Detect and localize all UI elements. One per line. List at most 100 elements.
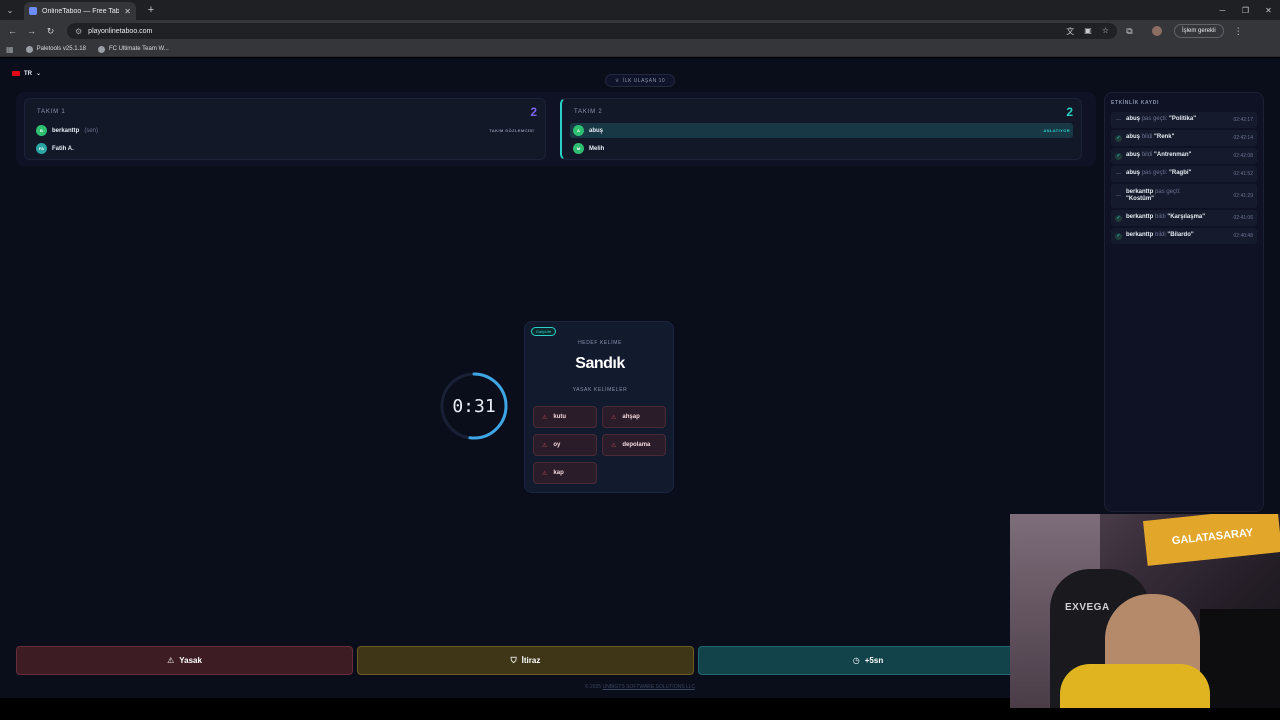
pending-action-button[interactable]: İşlem gerekli [1174, 24, 1224, 38]
bookmarks-bar: ▦ Paletools v25.1.18 FC Ultimate Team W.… [0, 42, 1280, 57]
player-row-active: A abuş ANLATIYOR [570, 123, 1073, 138]
translate-icon[interactable]: 文 [1066, 26, 1074, 37]
activity-log[interactable]: ETKİNLİK KAYDI — abuş pas geçti: "Politi… [1104, 92, 1264, 512]
pass-icon: — [1116, 193, 1121, 199]
bookmark-item[interactable]: FC Ultimate Team W... [97, 45, 169, 53]
taboo-button[interactable]: ⚠ Yasak [16, 646, 353, 675]
chair-brand-text: EXVEGA [1065, 602, 1110, 613]
apps-grid-icon[interactable]: ▦ [6, 45, 14, 54]
player-row: M Melih [570, 141, 1073, 156]
target-word: Sandık [575, 355, 625, 372]
cast-icon[interactable]: ▣ [1084, 26, 1092, 37]
bookmark-item[interactable]: Paletools v25.1.18 [25, 45, 86, 53]
team-card-2: TAKIM 2 2 A abuş ANLATIYOR M Melih [560, 98, 1082, 160]
window-close-icon[interactable]: ✕ [1257, 0, 1280, 20]
teams-panel: TAKIM 1 2 B berkanttp (sen) TAKIM GÖZLEM… [16, 92, 1096, 166]
pass-icon: — [1116, 171, 1121, 177]
pass-icon: — [1116, 117, 1121, 123]
target-word-label: HEDEF KELİME [578, 340, 622, 346]
back-icon[interactable]: ← [6, 26, 19, 36]
shield-icon: ⛉ [510, 655, 517, 665]
browser-tabbar: ⌄ OnlineTaboo — Free Taboo Ga ✕ + ─ ❐ ✕ [0, 0, 1280, 20]
activity-log-title: ETKİNLİK KAYDI [1111, 100, 1159, 106]
category-badge: DailyLife [531, 327, 557, 336]
clock-icon: ◷ [852, 656, 860, 665]
player-row: FA Fatih A. [33, 141, 537, 156]
warning-icon: ⚠ [611, 442, 617, 449]
taboo-word: ⚠ kap [533, 462, 597, 484]
window-controls: ─ ❐ ✕ [1211, 0, 1280, 20]
browser-menu-icon[interactable]: ⋮ [1234, 26, 1243, 37]
turkey-flag-icon [12, 71, 20, 76]
log-item: ✓ abuş bildi "Renk" 02:42:14 [1111, 130, 1257, 146]
objection-button[interactable]: ⛉ İtiraz [357, 646, 694, 675]
browser-tab[interactable]: OnlineTaboo — Free Taboo Ga ✕ [24, 2, 136, 20]
taboo-word: ⚠ kutu [533, 406, 597, 428]
warning-icon: ⚠ [542, 470, 548, 477]
log-item: ✓ berkanttp bildi "Karşılaşma" 02:41:06 [1111, 210, 1257, 226]
player-role: TAKIM GÖZLEMCİSİ [489, 128, 534, 133]
warning-icon: ⚠ [167, 656, 175, 665]
restore-icon[interactable]: ❐ [1234, 0, 1257, 20]
taboo-card: DailyLife HEDEF KELİME Sandık YASAK KELİ… [524, 321, 674, 493]
team-score: 2 [530, 105, 537, 119]
check-icon: ✓ [1115, 214, 1122, 222]
avatar: A [573, 125, 584, 136]
trophy-icon: ♕ [614, 77, 620, 84]
reload-icon[interactable]: ↻ [44, 26, 57, 37]
tab-search-icon[interactable]: ⌄ [0, 0, 20, 20]
timer-text: 0:31 [452, 395, 496, 417]
globe-icon [25, 45, 33, 53]
goal-badge: ♕ İLK ULAŞAN 10 [605, 74, 675, 87]
team-name: TAKIM 1 [37, 109, 66, 115]
log-item: ✓ berkanttp bildi "Bilardo" 02:40:48 [1111, 228, 1257, 244]
bookmark-star-icon[interactable]: ☆ [1102, 26, 1109, 37]
log-item: — berkanttp pas geçti: "Kostüm" 02:41:29 [1111, 184, 1257, 208]
site-info-icon[interactable]: ⚙ [75, 27, 82, 36]
flag-banner: GALATASARAY [1143, 514, 1280, 566]
team-card-1: TAKIM 1 2 B berkanttp (sen) TAKIM GÖZLEM… [24, 98, 546, 160]
globe-icon [97, 45, 105, 53]
check-icon: ✓ [1115, 232, 1122, 240]
round-timer: 0:31 [438, 370, 510, 442]
log-item: — abuş pas geçti: "Politika" 02:42:17 [1111, 112, 1257, 128]
player-role: ANLATIYOR [1043, 128, 1070, 133]
check-icon: ✓ [1115, 134, 1122, 142]
taboo-word: ⚠ ahşap [602, 406, 666, 428]
site-favicon-icon [29, 7, 37, 15]
company-link[interactable]: UNBIGTS SOFTWARE SOLUTIONS LLC [602, 684, 695, 690]
warning-icon: ⚠ [611, 414, 617, 421]
player-name: berkanttp [52, 127, 80, 134]
player-name: Fatih A. [52, 145, 74, 152]
address-bar[interactable]: ⚙ playonlinetaboo.com 文 ▣ ☆ [67, 23, 1117, 39]
you-tag: (sen) [84, 127, 99, 134]
warning-icon: ⚠ [542, 414, 548, 421]
avatar: FA [36, 143, 47, 154]
language-selector[interactable]: TR ⌄ [12, 70, 41, 77]
extensions-icon[interactable]: ⧉ [1123, 26, 1136, 37]
taboo-word: ⚠ oy [533, 434, 597, 456]
url-text: playonlinetaboo.com [88, 27, 153, 35]
team-score: 2 [1066, 105, 1073, 119]
tab-title: OnlineTaboo — Free Taboo Ga [42, 7, 120, 15]
minimize-icon[interactable]: ─ [1211, 0, 1234, 20]
player-name: Melih [589, 145, 605, 152]
taboo-words-label: YASAK KELİMELER [572, 387, 628, 393]
add-time-button[interactable]: ◷ +5sn [698, 646, 1038, 675]
player-name: abuş [589, 127, 604, 134]
chevron-down-icon: ⌄ [36, 71, 42, 77]
taboo-word: ⚠ depolama [602, 434, 666, 456]
webcam-overlay: EXVEGA GALATASARAY [1010, 514, 1280, 708]
forward-icon[interactable]: → [25, 26, 38, 36]
browser-toolbar: ← → ↻ ⚙ playonlinetaboo.com 文 ▣ ☆ ⧉ İşle… [0, 20, 1280, 42]
player-row: B berkanttp (sen) TAKIM GÖZLEMCİSİ [33, 123, 537, 138]
profile-avatar[interactable] [1152, 26, 1162, 36]
new-tab-icon[interactable]: + [142, 4, 160, 16]
close-tab-icon[interactable]: ✕ [124, 7, 131, 16]
log-item: — abuş pas geçti: "Ragbi" 02:41:52 [1111, 166, 1257, 182]
log-item: ✓ abuş bildi "Antrenman" 02:42:08 [1111, 148, 1257, 164]
avatar: B [36, 125, 47, 136]
avatar: M [573, 143, 584, 154]
warning-icon: ⚠ [542, 442, 548, 449]
check-icon: ✓ [1115, 152, 1122, 160]
